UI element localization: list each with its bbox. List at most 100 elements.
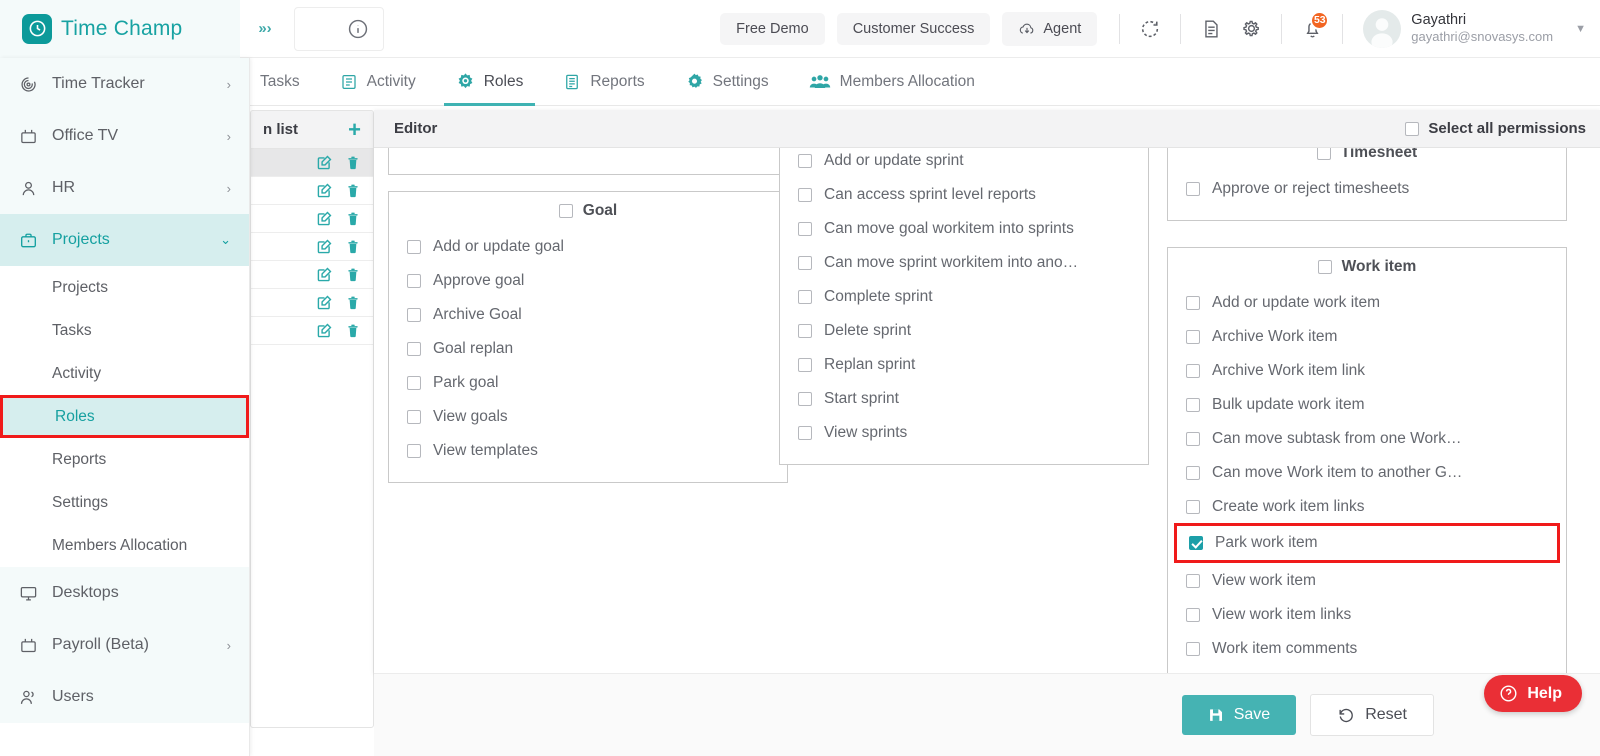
sidebar-item-activity[interactable]: Activity: [0, 352, 249, 395]
checkbox[interactable]: [798, 392, 812, 406]
permission-add-or-update-work-item[interactable]: Add or update work item: [1168, 286, 1566, 320]
customer-success-button[interactable]: Customer Success: [836, 12, 991, 45]
sidebar-item-members-allocation[interactable]: Members Allocation: [0, 524, 249, 567]
refresh-icon[interactable]: [1130, 9, 1170, 49]
sidebar-item-projects[interactable]: Projects ⌄: [0, 214, 249, 266]
permission-view-goals[interactable]: View goals: [389, 400, 787, 434]
sidebar-item-settings[interactable]: Settings: [0, 481, 249, 524]
edit-icon[interactable]: [316, 238, 333, 255]
free-demo-button[interactable]: Free Demo: [720, 12, 825, 45]
checkbox[interactable]: [798, 154, 812, 168]
reset-button[interactable]: Reset: [1310, 694, 1434, 736]
checkbox[interactable]: [798, 188, 812, 202]
edit-icon[interactable]: [316, 154, 333, 171]
trash-icon[interactable]: [345, 155, 361, 171]
permission-view-work-item[interactable]: View work item: [1168, 564, 1566, 598]
permission-start-sprint[interactable]: Start sprint: [780, 382, 1148, 416]
checkbox[interactable]: [798, 358, 812, 372]
checkbox[interactable]: [798, 290, 812, 304]
permission-approve-or-reject-timesheets[interactable]: Approve or reject timesheets: [1168, 172, 1566, 206]
permission-can-move-subtask-from-one-work-item[interactable]: Can move subtask from one Work…: [1168, 422, 1566, 456]
checkbox[interactable]: [1186, 330, 1200, 344]
group-title-work-item[interactable]: Work item: [1168, 258, 1566, 276]
sidebar-collapse-icon[interactable]: »›: [248, 13, 282, 44]
sidebar-item-roles[interactable]: Roles: [0, 395, 249, 438]
chevron-right-icon[interactable]: ›: [227, 638, 231, 653]
tab-roles[interactable]: Roles: [436, 58, 544, 106]
agent-button[interactable]: Agent: [1002, 11, 1098, 46]
permission-view-work-item-links[interactable]: View work item links: [1168, 598, 1566, 632]
permission-archive-goal[interactable]: Archive Goal: [389, 298, 787, 332]
sidebar-item-projects-sub[interactable]: Projects: [0, 266, 249, 309]
checkbox[interactable]: [1186, 642, 1200, 656]
checkbox[interactable]: [558, 204, 573, 218]
checkbox[interactable]: [1186, 500, 1200, 514]
sidebar-item-desktops[interactable]: Desktops: [0, 567, 249, 619]
permission-can-move-goal-workitem-into-sprints[interactable]: Can move goal workitem into sprints: [780, 212, 1148, 246]
user-menu[interactable]: Gayathri gayathri@snovasys.com ▼: [1353, 9, 1586, 48]
sidebar-item-hr[interactable]: HR ›: [0, 162, 249, 214]
checkbox[interactable]: [407, 308, 421, 322]
info-icon[interactable]: [347, 18, 369, 40]
permission-archive-work-item[interactable]: Archive Work item: [1168, 320, 1566, 354]
table-row[interactable]: [251, 177, 373, 205]
checkbox[interactable]: [1186, 466, 1200, 480]
trash-icon[interactable]: [345, 267, 361, 283]
trash-icon[interactable]: [345, 239, 361, 255]
help-button[interactable]: Help: [1484, 675, 1582, 712]
checkbox[interactable]: [407, 240, 421, 254]
sidebar-item-users[interactable]: Users: [0, 671, 249, 723]
table-row[interactable]: [251, 261, 373, 289]
checkbox[interactable]: [798, 222, 812, 236]
permission-view-templates[interactable]: View templates: [389, 434, 787, 468]
edit-icon[interactable]: [316, 294, 333, 311]
permission-approve-goal[interactable]: Approve goal: [389, 264, 787, 298]
group-title-timesheet[interactable]: Timesheet: [1168, 148, 1566, 162]
gear-icon[interactable]: [1231, 9, 1271, 49]
chevron-down-icon[interactable]: ⌄: [220, 232, 231, 248]
permission-park-work-item[interactable]: Park work item: [1174, 523, 1560, 563]
checkbox[interactable]: [407, 274, 421, 288]
chevron-right-icon[interactable]: ›: [227, 181, 231, 196]
trash-icon[interactable]: [345, 183, 361, 199]
trash-icon[interactable]: [345, 295, 361, 311]
permission-can-move-sprint-workitem-into-another[interactable]: Can move sprint workitem into ano…: [780, 246, 1148, 280]
tab-tasks[interactable]: Tasks: [240, 58, 320, 106]
chevron-right-icon[interactable]: ›: [227, 77, 231, 92]
checkbox[interactable]: [1316, 148, 1331, 160]
group-title-goal[interactable]: Goal: [389, 202, 787, 220]
permission-view-sprints[interactable]: View sprints: [780, 416, 1148, 450]
permission-delete-sprint[interactable]: Delete sprint: [780, 314, 1148, 348]
edit-icon[interactable]: [316, 266, 333, 283]
checkbox[interactable]: [1186, 574, 1200, 588]
permission-bulk-update-work-item[interactable]: Bulk update work item: [1168, 388, 1566, 422]
document-icon[interactable]: [1191, 9, 1231, 49]
edit-icon[interactable]: [316, 210, 333, 227]
sidebar-item-time-tracker[interactable]: Time Tracker ›: [0, 58, 249, 110]
permission-add-or-update-goal[interactable]: Add or update goal: [389, 230, 787, 264]
checkbox[interactable]: [1186, 364, 1200, 378]
permission-archive-work-item-link[interactable]: Archive Work item link: [1168, 354, 1566, 388]
tab-activity[interactable]: Activity: [320, 58, 436, 106]
checkbox[interactable]: [407, 410, 421, 424]
sidebar-item-office-tv[interactable]: Office TV ›: [0, 110, 249, 162]
select-all-permissions-checkbox[interactable]: Select all permissions: [1405, 120, 1586, 137]
checkbox[interactable]: [1189, 536, 1203, 550]
tab-reports[interactable]: Reports: [543, 58, 664, 106]
table-row[interactable]: [251, 149, 373, 177]
checkbox[interactable]: [1317, 260, 1332, 274]
permission-add-or-update-sprint[interactable]: Add or update sprint: [780, 148, 1148, 178]
plus-icon[interactable]: +: [348, 118, 361, 141]
checkbox[interactable]: [407, 444, 421, 458]
permission-create-work-item-links[interactable]: Create work item links: [1168, 490, 1566, 524]
sidebar-item-tasks[interactable]: Tasks: [0, 309, 249, 352]
checkbox[interactable]: [798, 256, 812, 270]
checkbox[interactable]: [1186, 608, 1200, 622]
checkbox[interactable]: [1186, 398, 1200, 412]
permission-park-goal[interactable]: Park goal: [389, 366, 787, 400]
checkbox[interactable]: [798, 324, 812, 338]
checkbox[interactable]: [798, 426, 812, 440]
checkbox[interactable]: [1405, 121, 1420, 136]
permission-can-move-work-item-to-another-goal[interactable]: Can move Work item to another G…: [1168, 456, 1566, 490]
logo-zone[interactable]: Time Champ: [0, 0, 240, 58]
